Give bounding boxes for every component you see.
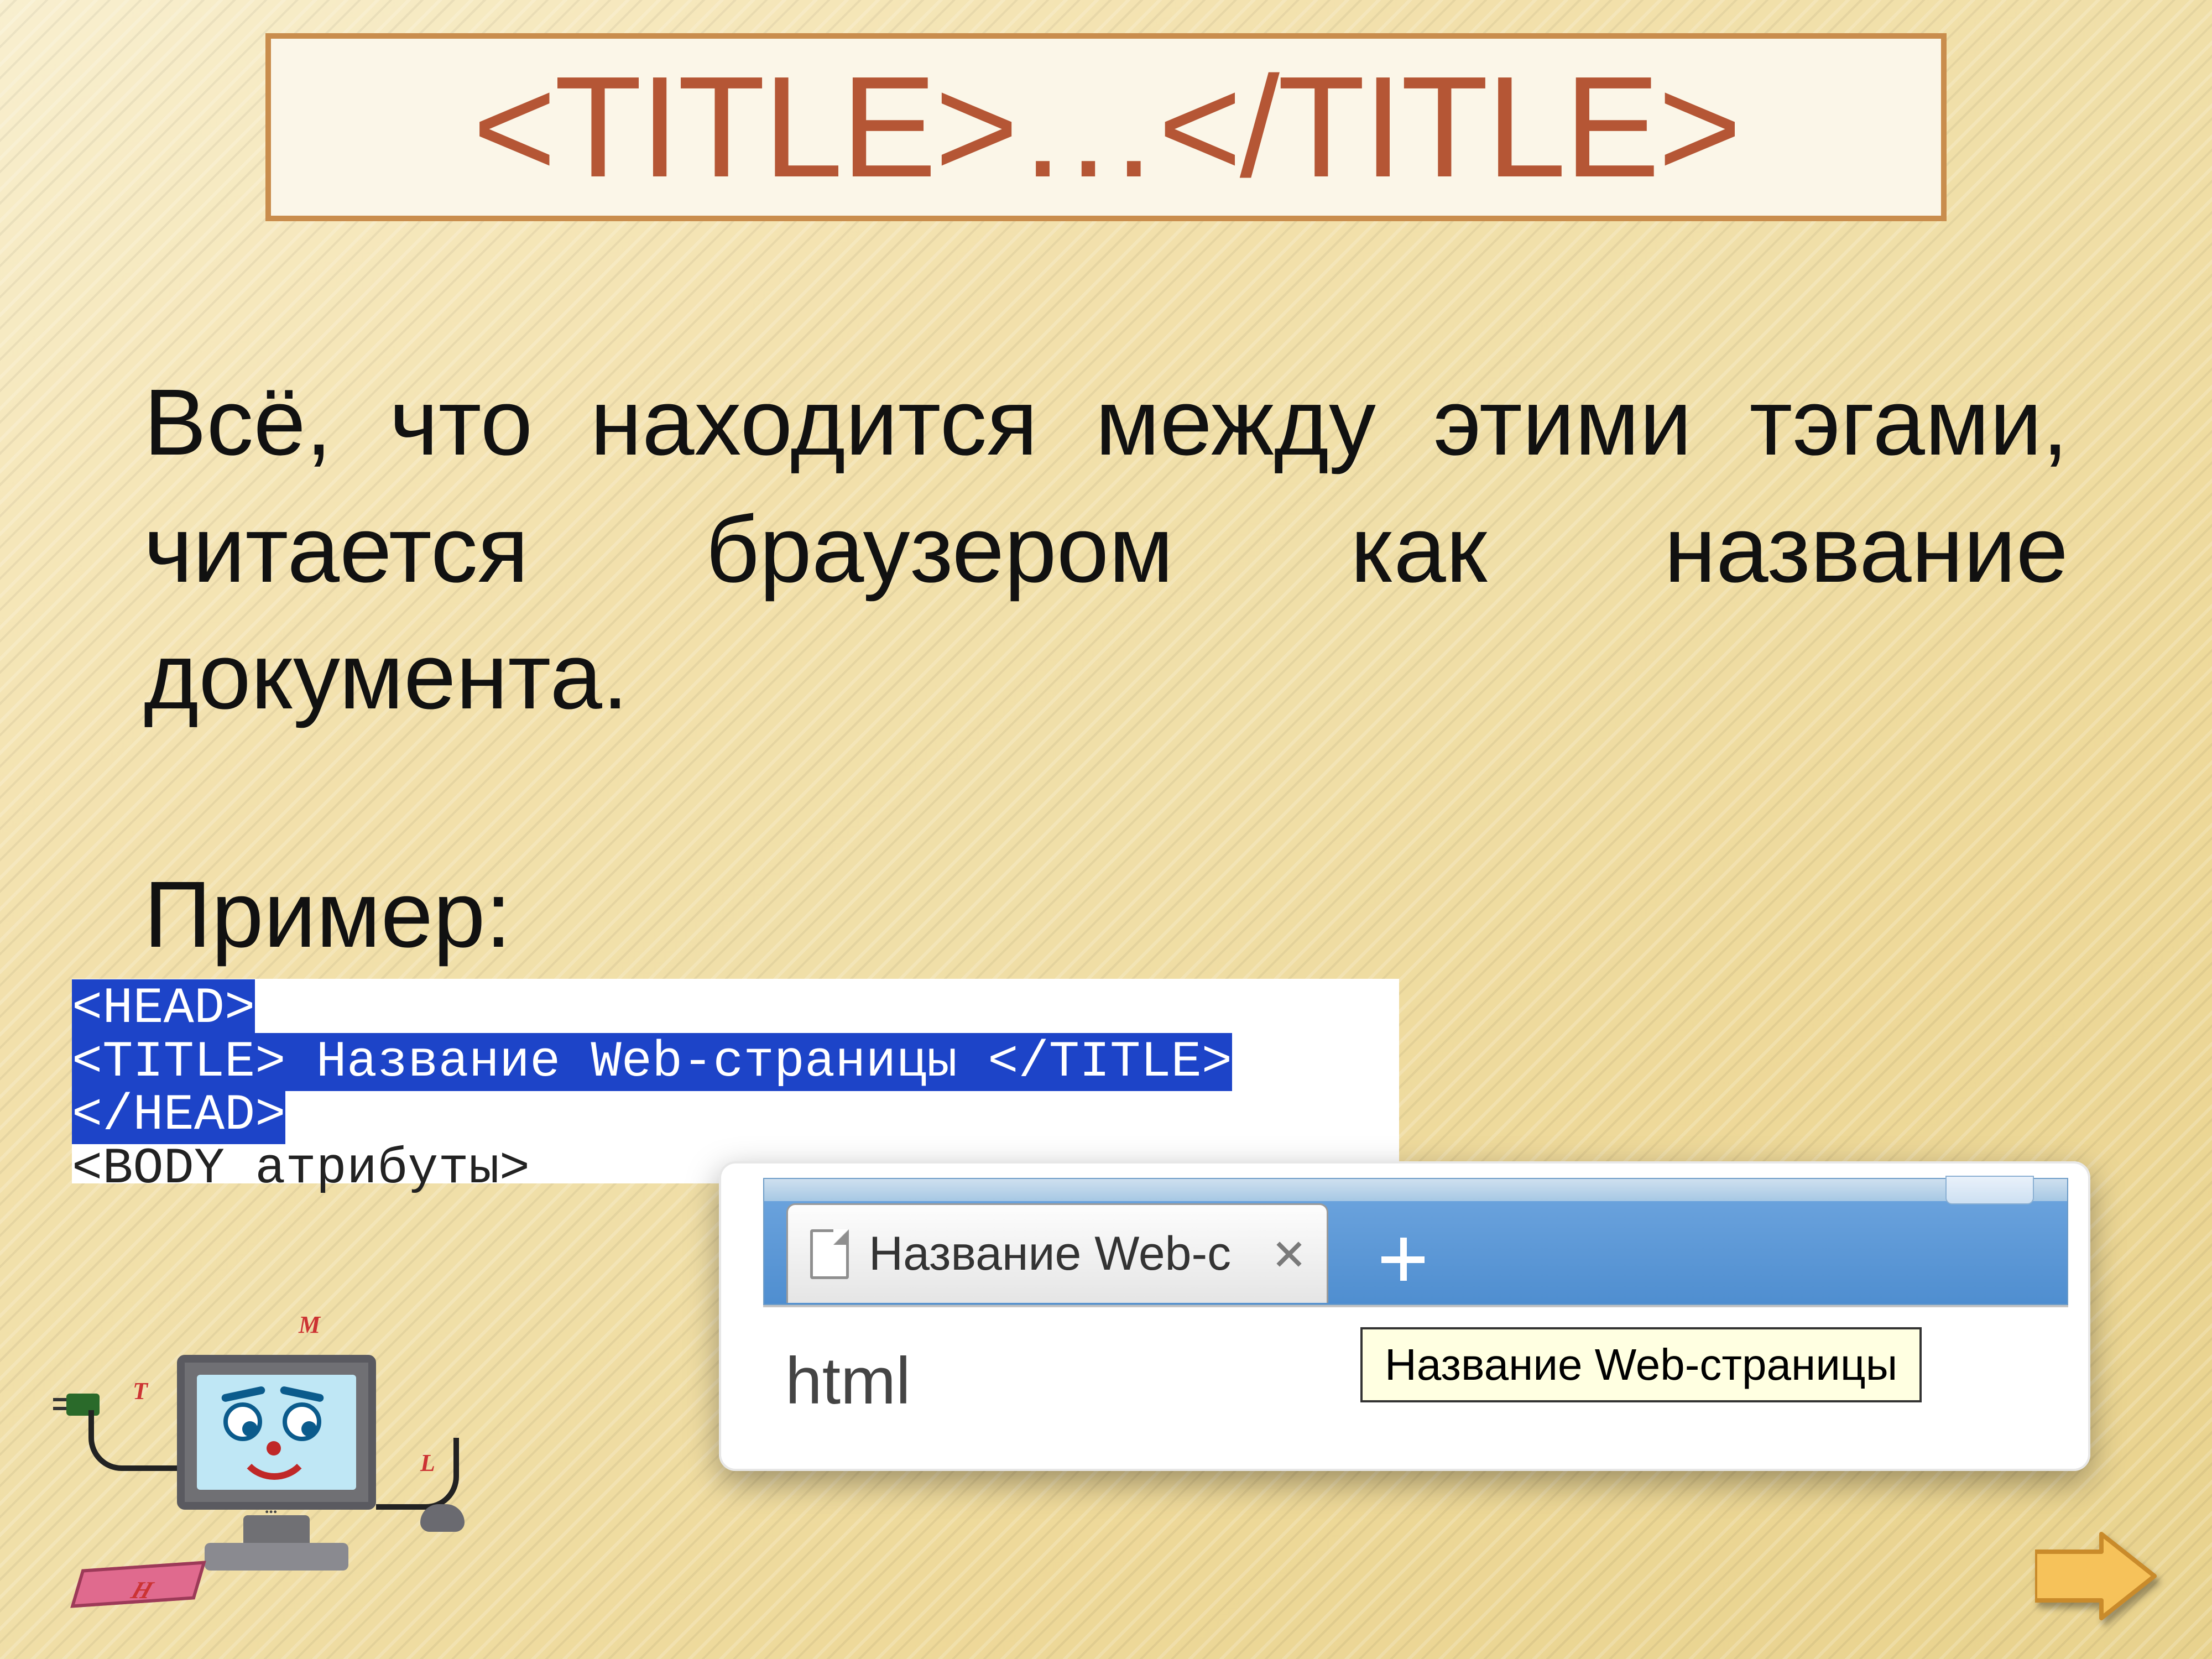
description-paragraph: Всё, что находится между этими тэгами, ч… [144, 359, 2068, 740]
cable-icon [88, 1410, 177, 1471]
mouse-icon [420, 1504, 465, 1532]
tab-tooltip: Название Web-страницы [1360, 1327, 1922, 1402]
new-tab-icon[interactable] [1378, 1234, 1428, 1284]
browser-tab[interactable]: Название Web-с [786, 1203, 1328, 1303]
title-box: <TITLE>…</TITLE> [265, 33, 1947, 221]
code-line: </HEAD> [72, 1089, 1399, 1142]
screen-face [197, 1375, 356, 1490]
code-line: <HEAD> [72, 982, 1399, 1036]
file-icon [810, 1229, 849, 1279]
monitor-icon [177, 1355, 376, 1510]
slide-title: <TITLE>…</TITLE> [472, 45, 1739, 210]
next-arrow-button[interactable] [2035, 1532, 2157, 1620]
mascot-letter: M [299, 1311, 320, 1339]
cable-icon [376, 1438, 459, 1510]
arrow-right-icon [2035, 1532, 2157, 1620]
example-label: Пример: [144, 852, 2068, 979]
url-text: html [785, 1343, 911, 1419]
window-control-icon [1945, 1176, 2034, 1204]
computer-mascot: T M L ... H [66, 1305, 453, 1615]
code-line: <TITLE> Название Web-страницы </TITLE> [72, 1036, 1399, 1089]
code-editor-screenshot: <HEAD> <TITLE> Название Web-страницы </T… [72, 979, 1399, 1183]
mascot-dots: ... [265, 1499, 278, 1517]
browser-tabstrip: Название Web-с [763, 1178, 2068, 1305]
mascot-letter: T [133, 1377, 148, 1405]
close-icon[interactable] [1271, 1238, 1305, 1271]
tab-title: Название Web-с [869, 1227, 1251, 1281]
browser-screenshot: Название Web-с html Название Web-страниц… [719, 1161, 2090, 1471]
